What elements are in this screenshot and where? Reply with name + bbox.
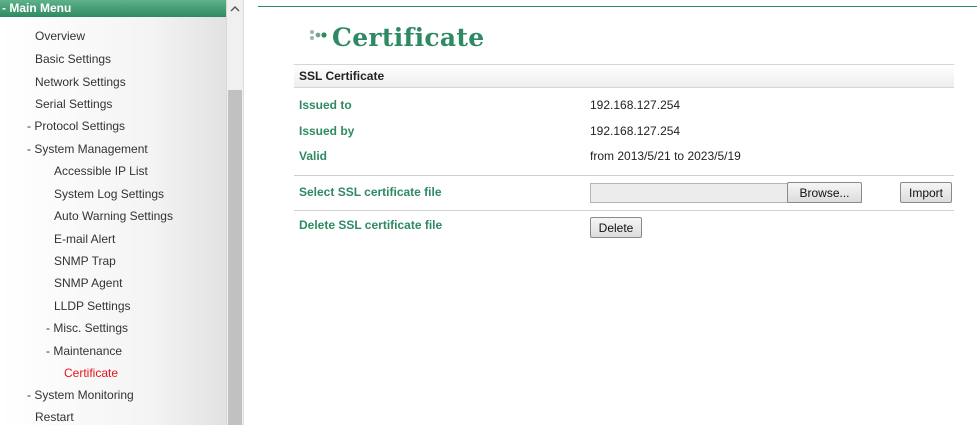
page-title-text: Certificate — [332, 22, 485, 52]
sidebar-item-maintenance[interactable]: - Maintenance — [46, 342, 122, 360]
delete-button[interactable]: Delete — [590, 217, 642, 238]
sidebar-item-overview[interactable]: Overview — [35, 27, 85, 45]
main-menu-header[interactable]: - Main Menu — [0, 0, 226, 17]
sidebar-item-auto-warning-settings[interactable]: Auto Warning Settings — [54, 207, 173, 225]
sidebar-item-restart[interactable]: Restart — [35, 408, 74, 426]
scrollbar-thumb[interactable] — [228, 90, 242, 425]
select-file-label: Select SSL certificate file — [299, 185, 442, 199]
chevron-up-icon[interactable] — [227, 0, 243, 17]
delete-file-label: Delete SSL certificate file — [299, 218, 443, 232]
sidebar-item-serial-settings[interactable]: Serial Settings — [35, 95, 112, 113]
sidebar-item-snmp-agent[interactable]: SNMP Agent — [54, 274, 122, 292]
valid-to-date: 2023/5/19 — [687, 149, 741, 163]
dots-icon — [310, 30, 327, 40]
browse-button[interactable]: Browse... — [787, 182, 862, 203]
sidebar-item-accessible-ip-list[interactable]: Accessible IP List — [54, 162, 148, 180]
sidebar-item-system-log-settings[interactable]: System Log Settings — [54, 185, 164, 203]
valid-from-word: from — [590, 149, 614, 163]
sidebar-item-system-monitoring[interactable]: - System Monitoring — [27, 386, 134, 404]
sidebar-item-snmp-trap[interactable]: SNMP Trap — [54, 252, 116, 270]
sidebar-item-basic-settings[interactable]: Basic Settings — [35, 50, 111, 68]
sidebar-item-misc-settings[interactable]: - Misc. Settings — [46, 319, 128, 337]
section-header: SSL Certificate — [294, 64, 954, 88]
issued-by-value: 192.168.127.254 — [590, 124, 681, 138]
sidebar-item-protocol-settings[interactable]: - Protocol Settings — [27, 117, 125, 135]
issued-to-value: 192.168.127.254 — [590, 98, 681, 112]
valid-to-word: to — [674, 149, 685, 163]
import-button[interactable]: Import — [900, 182, 952, 203]
sidebar: - Main Menu Overview Basic Settings Netw… — [0, 0, 244, 425]
page-title: Certificate — [308, 20, 484, 54]
valid-label: Valid — [299, 149, 328, 163]
valid-from-date: 2013/5/21 — [617, 149, 671, 163]
top-divider — [258, 6, 977, 7]
sidebar-item-email-alert[interactable]: E-mail Alert — [54, 230, 115, 248]
sidebar-item-system-management[interactable]: - System Management — [27, 140, 148, 158]
divider — [294, 210, 954, 211]
sidebar-scrollbar[interactable] — [226, 0, 243, 425]
sidebar-item-lldp-settings[interactable]: LLDP Settings — [54, 297, 131, 315]
main-content: Certificate SSL Certificate Issued to 19… — [244, 0, 977, 425]
issued-to-label: Issued to — [299, 98, 352, 112]
divider — [294, 175, 954, 176]
valid-value: from 2013/5/21 to 2023/5/19 — [590, 148, 741, 164]
sidebar-item-certificate[interactable]: Certificate — [64, 364, 118, 382]
sidebar-item-network-settings[interactable]: Network Settings — [35, 73, 126, 91]
issued-by-label: Issued by — [299, 124, 355, 138]
